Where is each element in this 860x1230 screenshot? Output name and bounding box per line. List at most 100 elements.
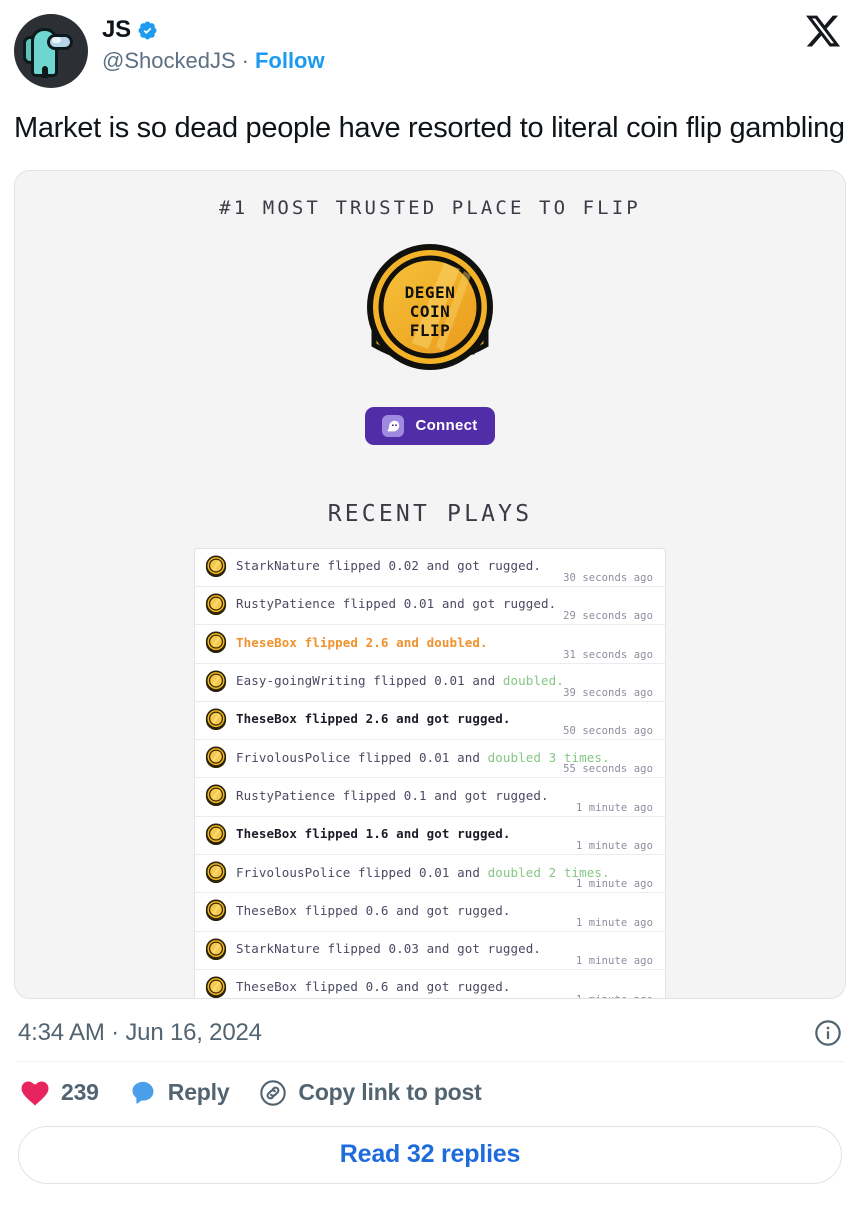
play-username: FrivolousPolice [236, 864, 351, 880]
play-username: Easy-goingWriting [236, 673, 366, 689]
play-outcome: doubled. [502, 673, 564, 689]
play-message: RustyPatience flipped 0.01 and got rugge… [236, 596, 556, 611]
tweet-actions: 239 Reply Copy link to post [14, 1079, 846, 1107]
tweet-card: JS @ShockedJS · Follow Market is so dead… [0, 0, 860, 1230]
play-row: FrivolousPolice flipped 0.01 and doubled… [195, 855, 665, 894]
play-row: TheseBox flipped 0.6 and got rugged. 1 mi… [195, 893, 665, 932]
play-timestamp: 1 minute ago [575, 916, 653, 929]
recent-plays-title: RECENT PLAYS [327, 500, 533, 527]
play-row: FrivolousPolice flipped 0.01 and doubled… [195, 740, 665, 779]
connect-label: Connect [415, 417, 478, 435]
connect-container: Connect [15, 406, 845, 445]
like-action[interactable]: 239 [20, 1079, 99, 1106]
play-message: RustyPatience flipped 0.1 and got rugged… [236, 788, 549, 803]
play-timestamp: 1 minute ago [575, 840, 653, 853]
verified-badge-icon [138, 21, 157, 39]
author-handle: @ShockedJS [102, 48, 236, 73]
speech-bubble-icon [132, 1081, 154, 1104]
play-detail: flipped 0.01 and [350, 749, 488, 765]
play-message: TheseBox flipped 0.6 and got rugged. [236, 903, 511, 918]
gold-coin-icon [205, 631, 227, 654]
play-row: StarkNature flipped 0.03 and got rugged.… [195, 932, 665, 970]
tweet-timestamp: 4:34 AM · Jun 16, 2024 [18, 1018, 262, 1046]
play-message: Easy-goingWriting flipped 0.01 and doubl… [236, 673, 564, 688]
embedded-site-card[interactable]: #1 MOST TRUSTED PLACE TO FLIP DEGEN COIN… [14, 169, 846, 999]
play-detail: flipped 0.6 and got rugged. [297, 979, 511, 995]
play-row: StarkNature flipped 0.02 and got rugged.… [195, 549, 665, 587]
handle-separator: · [241, 48, 249, 73]
play-detail: flipped 0.01 and [350, 864, 488, 880]
play-outcome: doubled 2 times. [487, 864, 610, 880]
play-detail: flipped 1.6 and got rugged. [297, 826, 511, 842]
play-username: TheseBox [236, 826, 298, 842]
connect-wallet-button[interactable]: Connect [365, 406, 495, 445]
recent-plays-list[interactable]: StarkNature flipped 0.02 and got rugged.… [194, 547, 666, 998]
svg-text:DEGEN: DEGEN [405, 283, 456, 302]
x-logo-icon[interactable] [804, 12, 842, 50]
play-detail: flipped 0.01 and [365, 673, 503, 689]
gold-coin-icon [205, 784, 227, 807]
play-outcome: doubled 3 times. [487, 749, 610, 765]
reply-action[interactable]: Reply [129, 1079, 230, 1107]
avatar[interactable] [14, 14, 88, 88]
gold-coin-icon [205, 555, 227, 577]
crewmate-visor-shine [52, 37, 61, 43]
play-username: TheseBox [236, 979, 298, 995]
heart-icon [21, 1081, 49, 1106]
play-message: StarkNature flipped 0.02 and got rugged. [236, 558, 541, 573]
play-row: RustyPatience flipped 0.01 and got rugge… [195, 587, 665, 626]
play-message: TheseBox flipped 2.6 and doubled. [236, 635, 488, 650]
play-row: RustyPatience flipped 0.1 and got rugged… [195, 778, 665, 817]
like-count: 239 [61, 1079, 99, 1106]
play-timestamp: 1 minute ago [575, 878, 653, 891]
author-names: JS @ShockedJS · Follow [102, 14, 325, 74]
play-timestamp: 30 seconds ago [563, 571, 653, 584]
degen-coin-flip-logo: DEGEN COIN FLIP [367, 243, 493, 370]
phantom-wallet-icon [382, 414, 405, 437]
play-row: TheseBox flipped 2.6 and got rugged. 50 s… [195, 702, 665, 741]
play-username: RustyPatience [236, 787, 336, 803]
tweet-meta-row: 4:34 AM · Jun 16, 2024 [14, 1019, 846, 1047]
play-timestamp: 55 seconds ago [563, 763, 653, 776]
gold-coin-icon [205, 899, 227, 922]
play-username: StarkNature [236, 941, 320, 957]
read-replies-button[interactable]: Read 32 replies [18, 1125, 842, 1184]
play-timestamp: 1 minute ago [576, 994, 653, 997]
play-message: TheseBox flipped 2.6 and got rugged. [236, 711, 511, 726]
play-username: RustyPatience [236, 596, 336, 612]
play-detail: flipped 0.1 and got rugged. [335, 787, 549, 803]
info-circle-icon[interactable] [814, 1019, 842, 1047]
display-name-row: JS [102, 16, 325, 44]
link-icon [260, 1079, 287, 1106]
card-tagline: #1 MOST TRUSTED PLACE TO FLIP [219, 196, 641, 219]
play-username: TheseBox [236, 711, 298, 727]
play-message: FrivolousPolice flipped 0.01 and doubled… [236, 865, 610, 880]
play-username: FrivolousPolice [236, 749, 351, 765]
meta-divider [16, 1060, 844, 1062]
play-detail: flipped 2.6 and got rugged. [297, 711, 511, 727]
play-message: StarkNature flipped 0.03 and got rugged. [236, 941, 541, 956]
gold-coin-icon [205, 593, 227, 615]
gold-coin-icon [205, 861, 227, 884]
gold-coin-icon [205, 708, 227, 730]
play-row: Easy-goingWriting flipped 0.01 and doubl… [195, 664, 665, 702]
play-row: TheseBox flipped 0.6 and got rugged. 1 mi… [195, 970, 665, 998]
play-row: TheseBox flipped 2.6 and doubled. 31 seco… [195, 625, 665, 664]
logo-container: DEGEN COIN FLIP [15, 241, 845, 384]
gold-coin-icon [205, 823, 227, 845]
copy-link-action[interactable]: Copy link to post [259, 1079, 482, 1107]
play-timestamp: 39 seconds ago [563, 686, 653, 699]
play-timestamp: 29 seconds ago [563, 610, 653, 623]
tweet-header: JS @ShockedJS · Follow [14, 14, 846, 88]
follow-link[interactable]: Follow [255, 48, 325, 74]
reply-label: Reply [167, 1079, 230, 1106]
gold-coin-icon [205, 670, 227, 692]
play-row: TheseBox flipped 1.6 and got rugged. 1 mi… [195, 817, 665, 856]
play-message: TheseBox flipped 1.6 and got rugged. [236, 826, 511, 841]
play-timestamp: 1 minute ago [575, 801, 653, 814]
play-timestamp: 31 seconds ago [563, 648, 653, 661]
tweet-text: Market is so dead people have resorted t… [14, 112, 845, 144]
play-detail: flipped 0.02 and got rugged. [319, 558, 542, 574]
play-detail: flipped 0.03 and got rugged. [319, 941, 542, 957]
play-detail: flipped 0.6 and got rugged. [297, 902, 511, 918]
